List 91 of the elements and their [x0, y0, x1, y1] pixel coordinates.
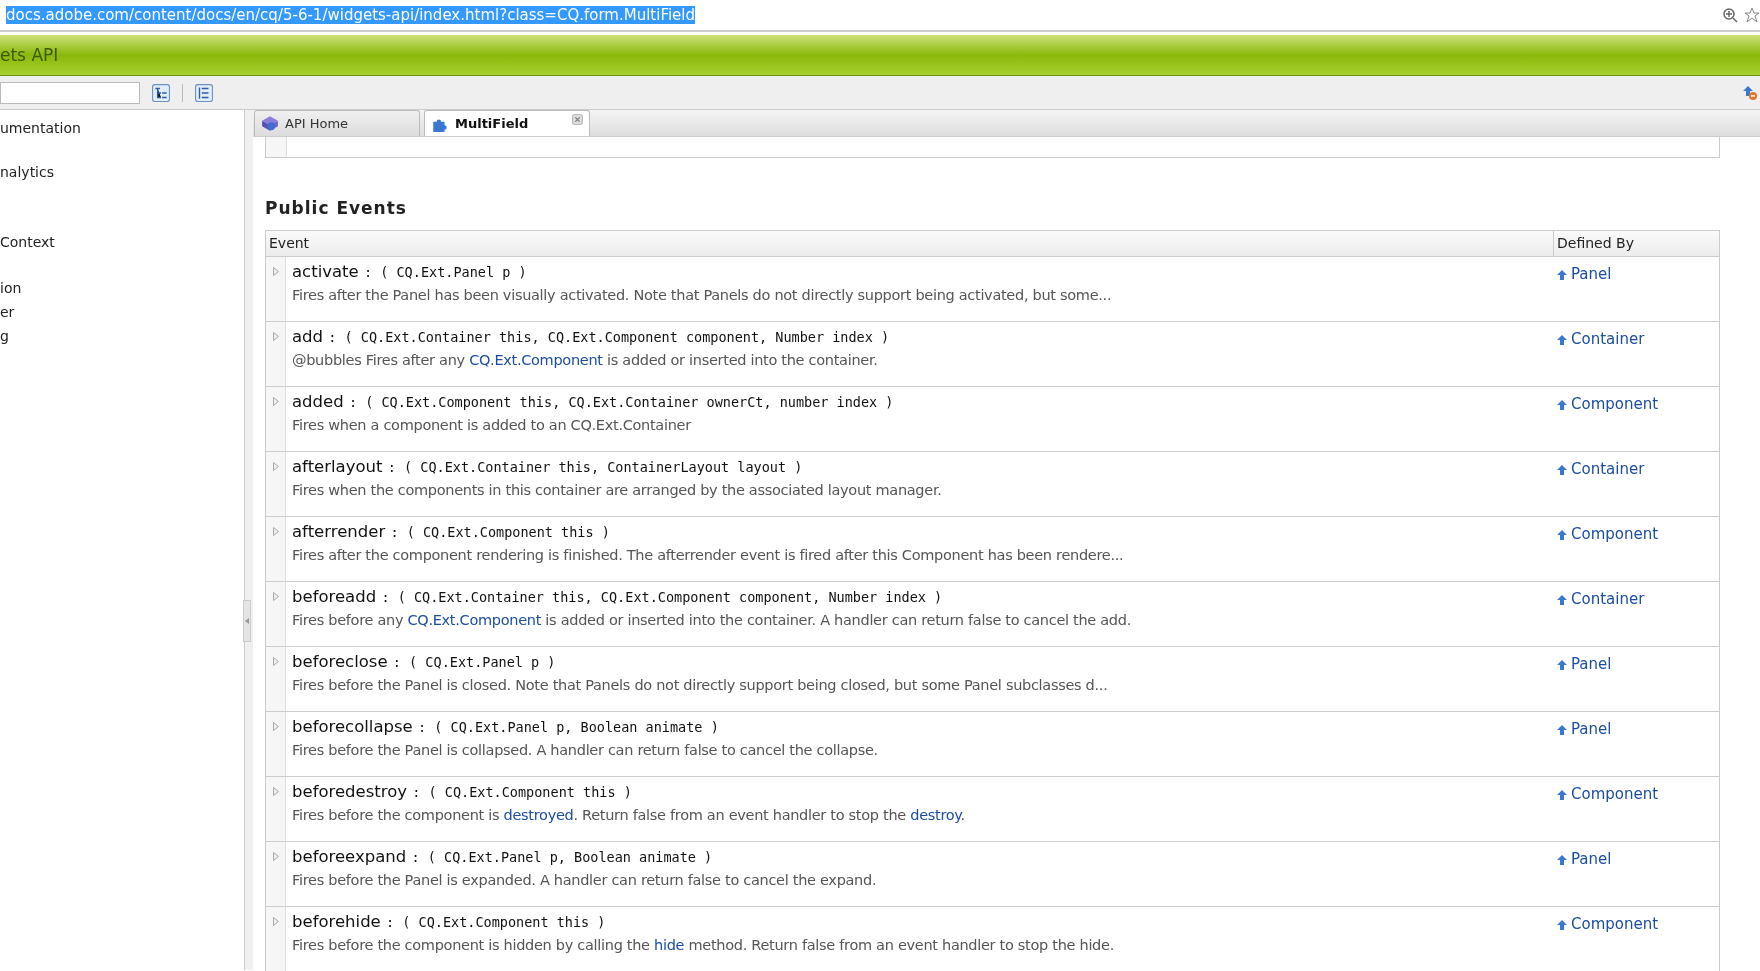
event-signature: : ( CQ.Ext.Panel p ) — [392, 654, 556, 670]
event-signature: : ( CQ.Ext.Container this, CQ.Ext.Component component, Number index ) — [328, 329, 890, 345]
event-description: Fires before the Panel is expanded. A handler can return false to cancel the expand. — [292, 872, 878, 888]
expand-icon[interactable] — [272, 657, 279, 666]
up-arrow-icon — [1557, 920, 1567, 930]
tree-item[interactable]: ion — [0, 276, 244, 300]
up-arrow-icon — [1557, 400, 1567, 410]
event-name: beforecollapse — [292, 717, 413, 736]
link[interactable]: destroyed — [503, 807, 574, 823]
section-title: Public Events — [265, 198, 408, 218]
event-description: Fires before the Panel is closed. Note that Panels do not directly support being closed, but some Panel subclasses d... — [292, 677, 1109, 693]
list-icon[interactable] — [195, 83, 213, 102]
link[interactable]: destroy — [910, 807, 961, 823]
event-description: Fires when a component is added to an CQ.Ext.Container — [292, 417, 693, 433]
tree-item[interactable]: g — [0, 324, 244, 348]
link[interactable]: CQ.Ext.Component — [469, 352, 603, 368]
event-name: beforedestroy — [292, 782, 408, 801]
tab[interactable]: API Home — [254, 110, 420, 136]
event-description: Fires when the components in this container are arranged by the associated layout manager. — [292, 482, 943, 498]
star-icon[interactable] — [1744, 7, 1760, 23]
event-name: beforehide — [292, 912, 381, 931]
event-description: Fires before the component is hidden by calling the hide method. Return false from an event handler to stop the hide. — [292, 937, 1115, 953]
event-signature: : ( CQ.Ext.Component this ) — [412, 784, 632, 800]
defined-by-link[interactable]: Panel — [1571, 720, 1612, 738]
defined-by-link[interactable]: Component — [1571, 395, 1659, 413]
defined-by-link[interactable]: Panel — [1571, 850, 1612, 868]
tree-item[interactable]: umentation — [0, 116, 244, 140]
defined-by-link[interactable]: Component — [1571, 915, 1659, 933]
event-signature: : ( CQ.Ext.Component this, CQ.Ext.Container ownerCt, number index ) — [348, 394, 894, 410]
up-arrow-icon — [1557, 595, 1567, 605]
defined-by-link[interactable]: Container — [1571, 330, 1645, 348]
up-arrow-icon — [1557, 270, 1567, 280]
arrow-badge-icon[interactable] — [1742, 84, 1758, 101]
defined-by-link[interactable]: Container — [1571, 460, 1645, 478]
column-header: Event — [266, 231, 1554, 256]
event-signature: : ( CQ.Ext.Container this, CQ.Ext.Component component, Number index ) — [381, 589, 943, 605]
expand-icon[interactable] — [272, 462, 279, 471]
expand-icon[interactable] — [272, 787, 279, 796]
event-description: Fires before the Panel is collapsed. A handler can return false to cancel the collapse. — [292, 742, 879, 758]
expand-icon[interactable] — [272, 527, 279, 536]
expand-icon[interactable] — [272, 267, 279, 276]
event-signature: : ( CQ.Ext.Panel p ) — [364, 264, 527, 280]
event-description: Fires before the component is destroyed. Return false from an event handler to stop the destroy. — [292, 807, 966, 823]
search-field[interactable] — [0, 81, 140, 104]
up-arrow-icon — [1557, 855, 1567, 865]
expand-icon[interactable] — [272, 332, 279, 341]
event-name: beforeadd — [292, 587, 377, 606]
column-header: Defined By — [1556, 234, 1635, 253]
tree-item[interactable]: nalytics — [0, 160, 244, 184]
event-name: afterlayout — [292, 457, 383, 476]
event-name: beforeexpand — [292, 847, 407, 866]
event-name: activate — [292, 262, 359, 281]
defined-by-link[interactable]: Panel — [1571, 265, 1612, 283]
expand-icon[interactable] — [272, 852, 279, 861]
up-arrow-icon — [1557, 725, 1567, 735]
tab[interactable]: MultiField — [424, 110, 590, 136]
defined-by-link[interactable]: Component — [1571, 785, 1659, 803]
event-signature: : ( CQ.Ext.Container this, ContainerLayout layout ) — [387, 459, 803, 475]
zoom-icon[interactable] — [1722, 7, 1738, 23]
up-arrow-icon — [1557, 335, 1567, 345]
up-arrow-icon — [1557, 790, 1567, 800]
event-name: added — [292, 392, 344, 411]
event-signature: : ( CQ.Ext.Panel p, Boolean animate ) — [411, 849, 713, 865]
expand-icon[interactable] — [272, 592, 279, 601]
tree-icon[interactable] — [152, 83, 170, 102]
event-signature: : ( CQ.Ext.Component this ) — [386, 914, 606, 930]
app-title: ets API — [0, 45, 59, 65]
event-description: Fires after the component rendering is finished. The afterrender event is fired after this Component has been rendere... — [292, 547, 1125, 563]
event-description: Fires after the Panel has been visually activated. Note that Panels do not directly support being activated, but some... — [292, 287, 1113, 303]
defined-by-link[interactable]: Component — [1571, 525, 1659, 543]
event-signature: : ( CQ.Ext.Component this ) — [390, 524, 610, 540]
defined-by-link[interactable]: Panel — [1571, 655, 1612, 673]
expand-icon[interactable] — [272, 397, 279, 406]
expand-icon[interactable] — [272, 917, 279, 926]
event-name: beforeclose — [292, 652, 388, 671]
event-description: @bubbles Fires after any CQ.Ext.Component is added or inserted into the container. — [292, 352, 879, 368]
up-arrow-icon — [1557, 660, 1567, 670]
tree-item[interactable]: Context — [0, 230, 244, 254]
link[interactable]: CQ.Ext.Component — [407, 612, 542, 628]
up-arrow-icon — [1557, 530, 1567, 540]
event-name: add — [292, 327, 324, 346]
event-description: Fires before any CQ.Ext.Component is added or inserted into the container. A handler can return false to cancel the add. — [292, 612, 1132, 628]
tree-item[interactable]: er — [0, 300, 244, 324]
collapse-handle[interactable] — [243, 600, 251, 642]
defined-by-link[interactable]: Container — [1571, 590, 1645, 608]
close-icon[interactable] — [572, 114, 583, 125]
link[interactable]: hide — [654, 937, 685, 953]
expand-icon[interactable] — [272, 722, 279, 731]
event-signature: : ( CQ.Ext.Panel p, Boolean animate ) — [418, 719, 719, 735]
up-arrow-icon — [1557, 465, 1567, 475]
event-name: afterrender — [292, 522, 386, 541]
